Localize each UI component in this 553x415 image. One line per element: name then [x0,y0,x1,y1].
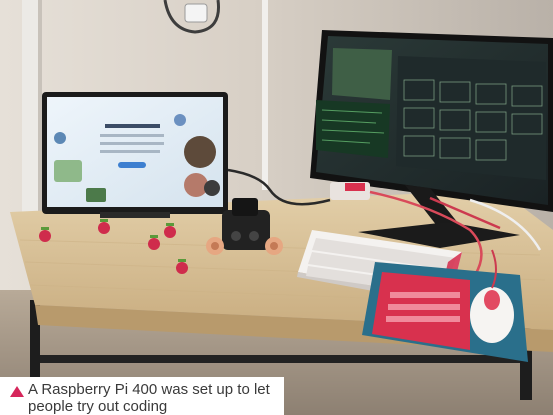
pole [262,0,268,190]
photo: A Raspberry Pi 400 was set up to let peo… [0,0,553,415]
caption-text: A Raspberry Pi 400 was set up to let peo… [28,381,270,415]
caption: A Raspberry Pi 400 was set up to let peo… [0,377,284,415]
pillar [22,0,38,235]
portable-display [42,92,228,218]
caption-triangle-icon [10,386,24,397]
photo-scene [0,0,553,415]
